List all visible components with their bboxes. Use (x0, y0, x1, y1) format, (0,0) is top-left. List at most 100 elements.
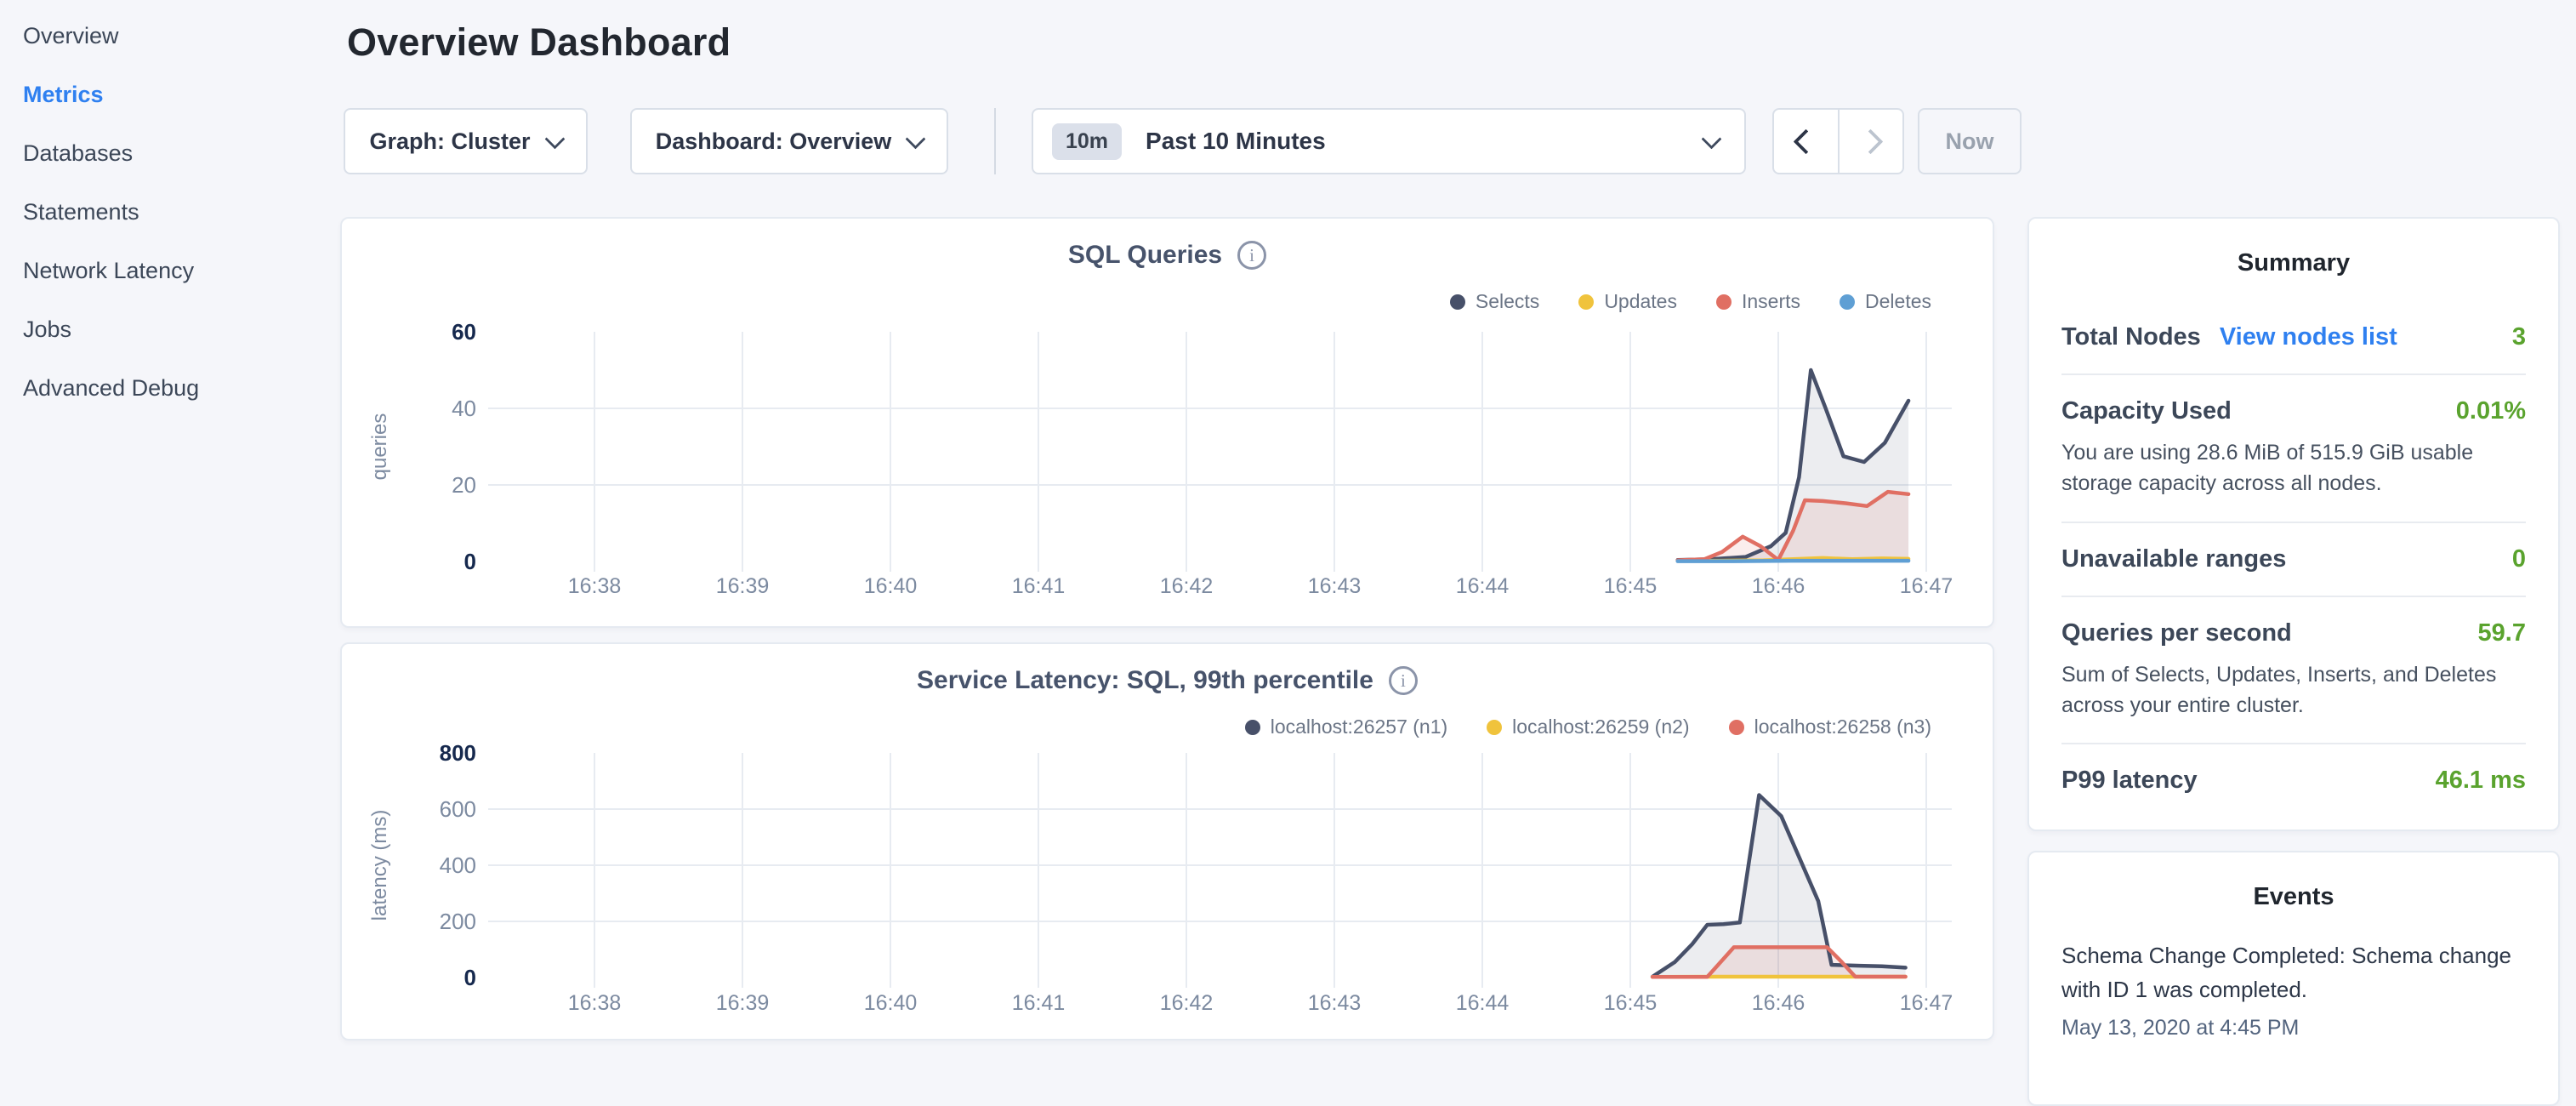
summary-row-p99-latency: P99 latency 46.1 ms (2061, 744, 2526, 817)
legend-item[interactable]: Inserts (1716, 290, 1800, 313)
sidebar-item-overview[interactable]: Overview (23, 7, 340, 66)
view-nodes-list-link[interactable]: View nodes list (2220, 323, 2397, 351)
legend-dot-icon (1840, 294, 1855, 310)
summary-row-value: 46.1 ms (2436, 767, 2526, 795)
svg-text:0: 0 (464, 965, 476, 990)
summary-row-total-nodes: Total Nodes View nodes list 3 (2061, 301, 2526, 373)
event-timestamp: May 13, 2020 at 4:45 PM (2061, 1016, 2526, 1040)
event-text: Schema Change Completed: Schema change w… (2061, 938, 2526, 1007)
svg-text:16:39: 16:39 (716, 574, 770, 598)
svg-text:0: 0 (464, 549, 476, 574)
summary-row-description: Sum of Selects, Updates, Inserts, and De… (2061, 659, 2526, 721)
chart-title: Service Latency: SQL, 99th percentile (917, 666, 1373, 695)
legend-item[interactable]: Updates (1578, 290, 1677, 313)
legend-label: localhost:26257 (n1) (1271, 715, 1447, 738)
sidebar-item-network-latency[interactable]: Network Latency (23, 242, 340, 300)
svg-text:400: 400 (440, 852, 476, 878)
svg-text:16:44: 16:44 (1456, 574, 1510, 598)
dashboard-selector-dropdown[interactable]: Dashboard: Overview (630, 108, 948, 174)
svg-text:16:43: 16:43 (1308, 991, 1362, 1015)
svg-text:200: 200 (440, 909, 476, 934)
sidebar-item-databases[interactable]: Databases (23, 124, 340, 183)
legend-dot-icon (1578, 294, 1594, 310)
legend-item[interactable]: localhost:26257 (n1) (1245, 715, 1447, 738)
chart-legend: localhost:26257 (n1) localhost:26259 (n2)… (1245, 715, 1931, 738)
sidebar-item-metrics[interactable]: Metrics (23, 66, 340, 124)
chevron-down-icon (544, 128, 565, 149)
summary-row-value: 0.01% (2456, 397, 2526, 425)
svg-text:800: 800 (440, 740, 476, 766)
legend-label: localhost:26258 (n3) (1754, 715, 1931, 738)
svg-text:600: 600 (440, 796, 476, 822)
svg-text:16:41: 16:41 (1012, 574, 1066, 598)
info-icon[interactable]: i (1237, 241, 1266, 270)
summary-row-description: You are using 28.6 MiB of 515.9 GiB usab… (2061, 437, 2526, 499)
chart-legend: Selects Updates Inserts Deletes (1450, 290, 1931, 313)
page-title: Overview Dashboard (347, 20, 731, 65)
legend-label: Deletes (1865, 290, 1931, 313)
summary-row-queries-per-second: Queries per second 59.7 Sum of Selects, … (2061, 597, 2526, 744)
chevron-down-icon (1701, 128, 1721, 149)
summary-row-label: P99 latency (2061, 767, 2198, 795)
svg-text:16:39: 16:39 (716, 991, 770, 1015)
summary-row-label: Total Nodes (2061, 323, 2201, 351)
time-step-forward-button[interactable] (1838, 110, 1903, 173)
legend-dot-icon (1245, 720, 1260, 735)
time-range-label: Past 10 Minutes (1146, 128, 1326, 155)
svg-text:16:42: 16:42 (1160, 574, 1214, 598)
svg-text:16:45: 16:45 (1604, 574, 1658, 598)
time-step-back-button[interactable] (1774, 110, 1838, 173)
summary-row-unavailable-ranges: Unavailable ranges 0 (2061, 523, 2526, 596)
service-latency-chart-card: 16:3816:3916:4016:4116:4216:4316:4416:45… (340, 642, 1994, 1040)
legend-item[interactable]: localhost:26259 (n2) (1487, 715, 1689, 738)
event-list-item[interactable]: Schema Change Completed: Schema change w… (2061, 938, 2526, 1040)
chart-title: SQL Queries (1068, 241, 1222, 270)
svg-text:16:38: 16:38 (568, 991, 622, 1015)
time-range-dropdown[interactable]: 10m Past 10 Minutes (1032, 108, 1746, 174)
dashboard-selector-label: Dashboard: Overview (656, 128, 892, 155)
sidebar-item-statements[interactable]: Statements (23, 183, 340, 242)
graph-selector-dropdown[interactable]: Graph: Cluster (344, 108, 588, 174)
main-content: Overview Dashboard Graph: Cluster Dashbo… (340, 0, 2033, 1052)
summary-row-label: Queries per second (2061, 619, 2292, 647)
svg-text:latency (ms): latency (ms) (368, 810, 391, 921)
legend-item[interactable]: localhost:26258 (n3) (1729, 715, 1931, 738)
summary-row-value: 3 (2512, 323, 2526, 351)
svg-text:20: 20 (452, 472, 476, 498)
legend-item[interactable]: Selects (1450, 290, 1539, 313)
legend-item[interactable]: Deletes (1840, 290, 1931, 313)
legend-label: localhost:26259 (n2) (1512, 715, 1689, 738)
summary-panel: Summary Total Nodes View nodes list 3 Ca… (2027, 217, 2560, 831)
sidebar-item-jobs[interactable]: Jobs (23, 300, 340, 359)
sidebar-item-advanced-debug[interactable]: Advanced Debug (23, 359, 340, 418)
sidebar: Overview Metrics Databases Statements Ne… (0, 0, 340, 418)
summary-row-capacity-used: Capacity Used 0.01% You are using 28.6 M… (2061, 375, 2526, 522)
legend-dot-icon (1487, 720, 1502, 735)
svg-text:16:47: 16:47 (1900, 991, 1953, 1015)
now-button[interactable]: Now (1918, 108, 2022, 174)
time-range-badge: 10m (1052, 123, 1122, 160)
summary-title: Summary (2061, 249, 2526, 277)
legend-label: Updates (1604, 290, 1677, 313)
svg-text:16:42: 16:42 (1160, 991, 1214, 1015)
legend-label: Selects (1476, 290, 1539, 313)
legend-label: Inserts (1742, 290, 1800, 313)
time-step-buttons (1772, 108, 1904, 174)
chevron-left-icon (1793, 128, 1818, 154)
svg-text:16:41: 16:41 (1012, 991, 1066, 1015)
graph-selector-label: Graph: Cluster (369, 128, 530, 155)
svg-text:60: 60 (452, 319, 476, 345)
events-title: Events (2061, 883, 2526, 911)
summary-row-label: Capacity Used (2061, 397, 2232, 425)
info-icon[interactable]: i (1389, 666, 1418, 695)
svg-text:16:47: 16:47 (1900, 574, 1953, 598)
svg-text:16:44: 16:44 (1456, 991, 1510, 1015)
svg-text:16:46: 16:46 (1752, 991, 1805, 1015)
svg-text:16:38: 16:38 (568, 574, 622, 598)
svg-text:40: 40 (452, 396, 476, 421)
svg-text:16:40: 16:40 (864, 574, 918, 598)
svg-text:16:40: 16:40 (864, 991, 918, 1015)
chevron-right-icon (1858, 128, 1884, 154)
chevron-down-icon (906, 128, 926, 149)
legend-dot-icon (1716, 294, 1732, 310)
